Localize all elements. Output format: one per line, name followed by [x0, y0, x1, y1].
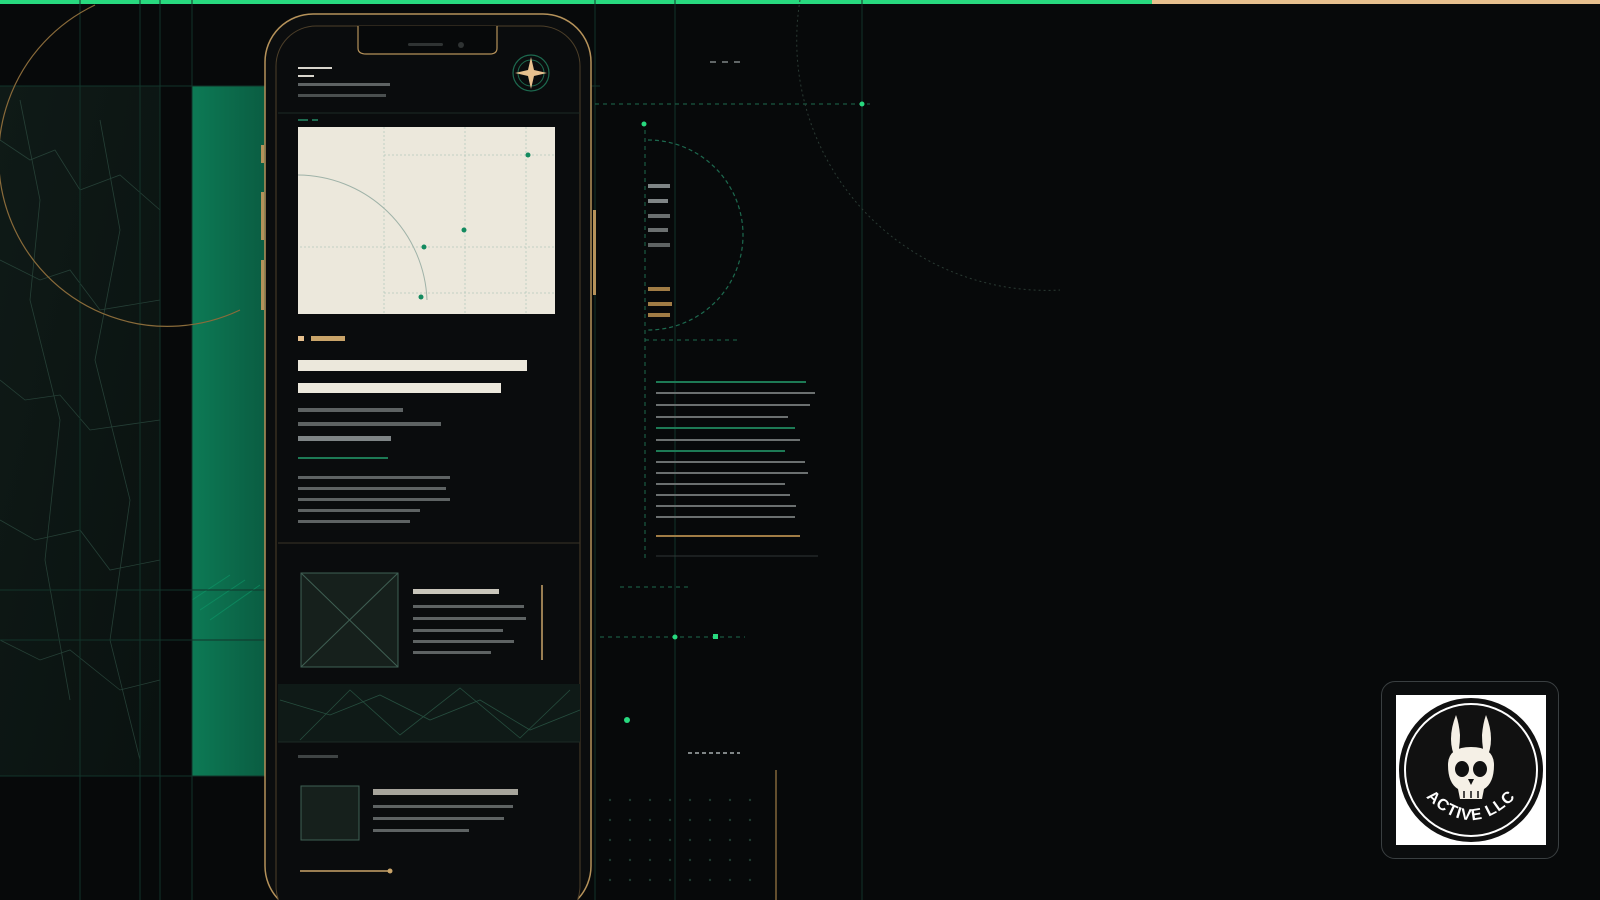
dotted-arc — [796, 0, 1061, 291]
article-thumbnail-icon — [300, 572, 399, 668]
brand-logo: ACTIVE LLC — [1396, 695, 1546, 845]
article-thumbnail-small — [300, 785, 360, 841]
compass-star-icon — [512, 54, 550, 92]
rabbit-skull-icon: ACTIVE LLC — [1399, 698, 1543, 842]
green-accent-panel — [192, 86, 272, 776]
semicircle-outline — [647, 139, 744, 331]
brand-logo-card[interactable]: ACTIVE LLC — [1381, 681, 1559, 859]
phone-mockup — [261, 13, 596, 900]
blueprint-background — [0, 0, 1061, 900]
